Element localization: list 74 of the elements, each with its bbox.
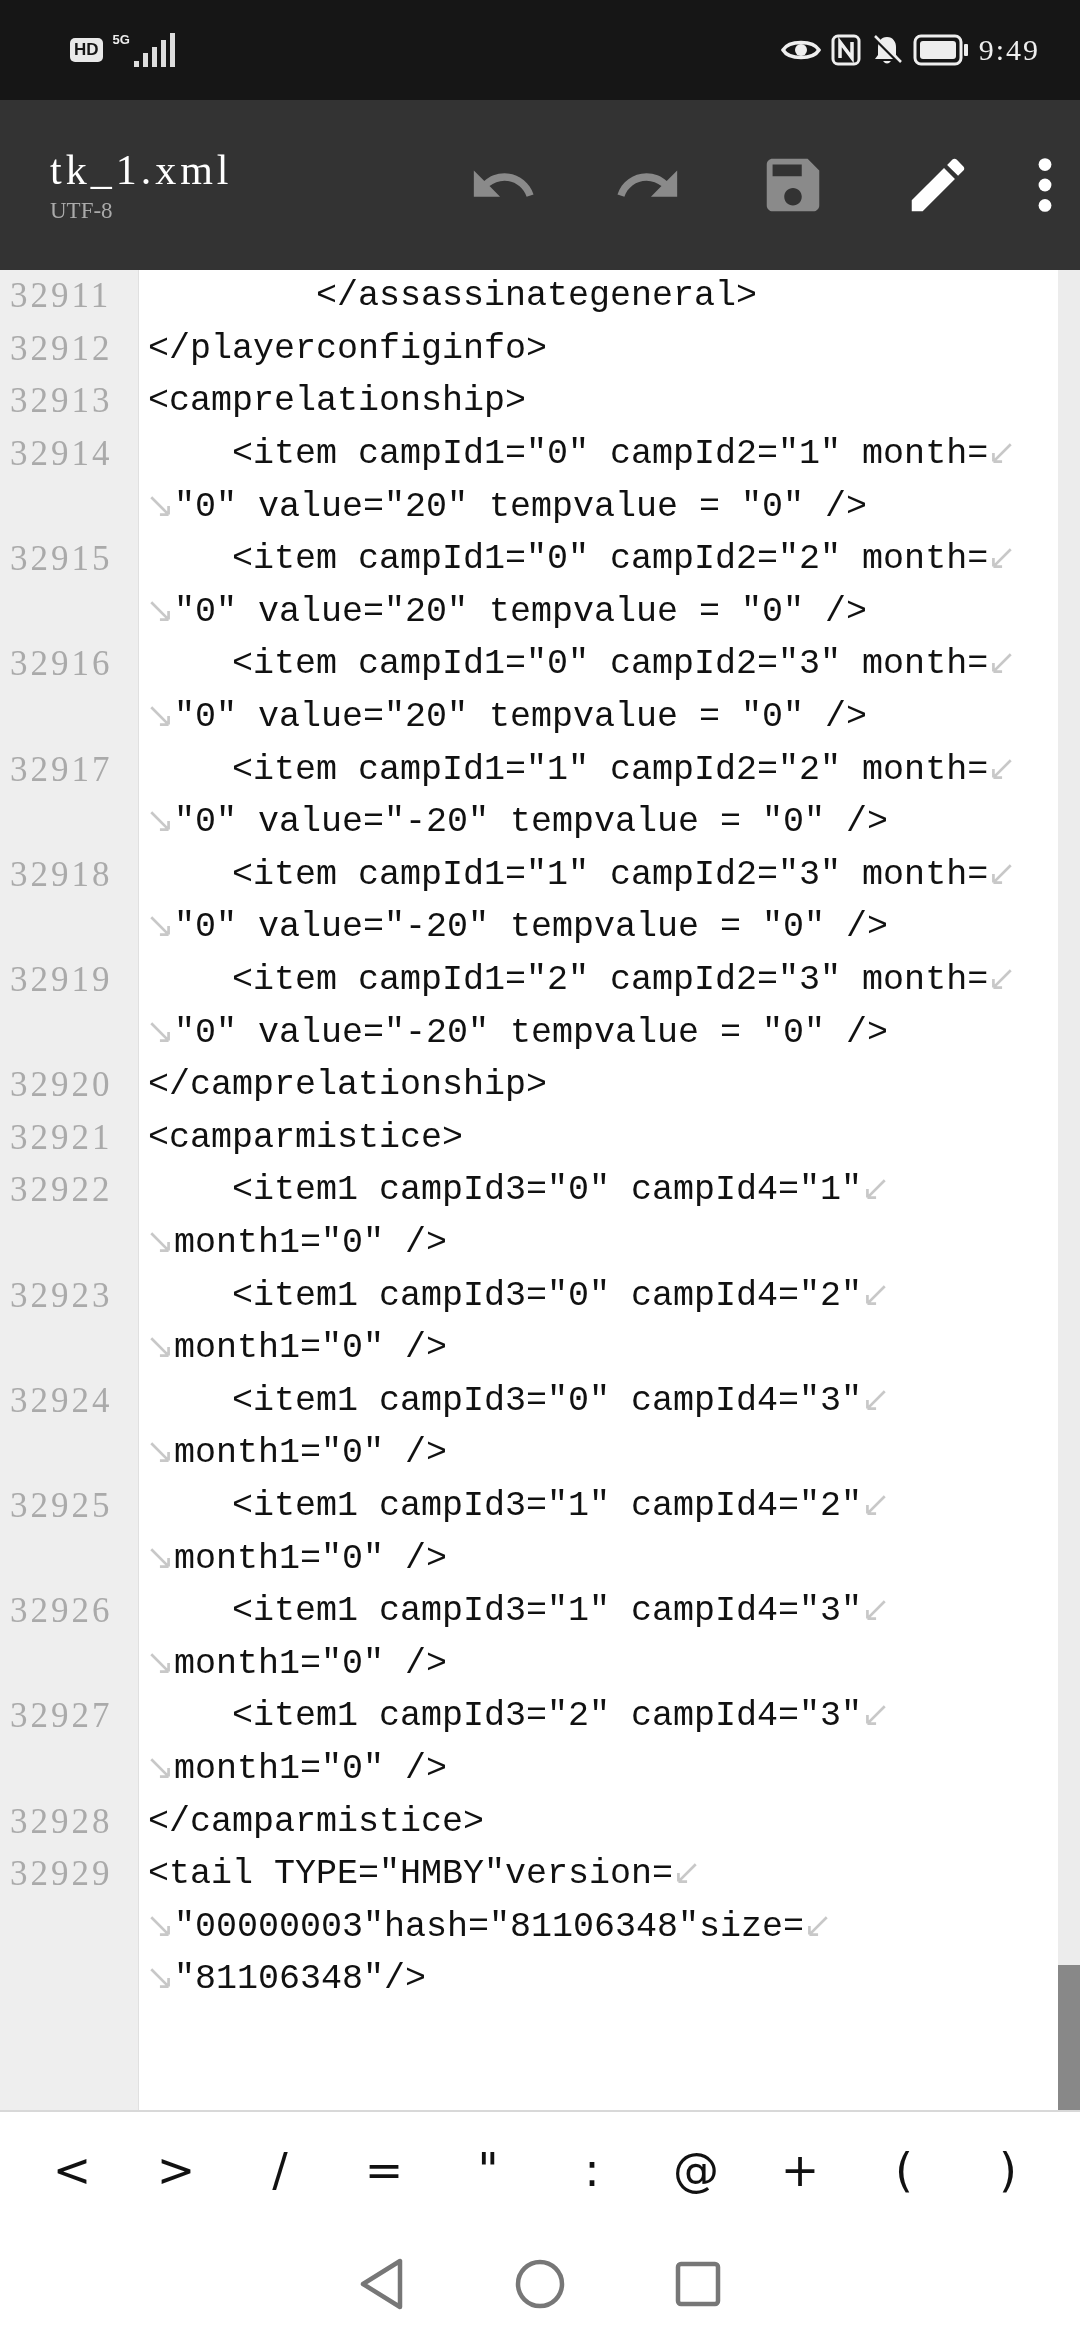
code-line: month1="0" />	[174, 1433, 448, 1474]
code-line: </camprelationship>	[148, 1065, 548, 1106]
code-line: <item1 campId3="2" campId4="3"	[231, 1696, 863, 1737]
line-number: 32915	[9, 539, 114, 580]
line-number: 32920	[9, 1065, 114, 1106]
line-number: 32922	[9, 1170, 114, 1211]
recents-icon[interactable]	[675, 2261, 721, 2307]
line-number: 32921	[9, 1117, 114, 1158]
battery-icon	[912, 34, 969, 66]
symbol-key[interactable]: "	[443, 2143, 533, 2197]
line-number: 32927	[9, 1696, 114, 1737]
code-line: month1="0" />	[174, 1328, 448, 1369]
code-line: month1="0" />	[174, 1643, 448, 1684]
code-line: <camparmistice>	[148, 1117, 464, 1158]
code-line: <camprelationship>	[148, 381, 527, 422]
code-line: <item1 campId3="1" campId4="3"	[231, 1591, 863, 1632]
line-number: 32914	[9, 434, 114, 475]
code-line: "0" value="20" tempvalue = "0" />	[174, 591, 868, 632]
code-line: "0" value="-20" tempvalue = "0" />	[174, 802, 889, 843]
code-line: </camparmistice>	[148, 1801, 485, 1842]
code-line: "81106348"/>	[174, 1959, 427, 2000]
file-encoding: UTF-8	[50, 198, 114, 224]
code-line: <item campId1="0" campId2="3" month=	[231, 644, 989, 685]
code-line: <item campId1="0" campId2="1" month=	[231, 434, 989, 475]
code-line: <item1 campId3="0" campId4="2"	[231, 1275, 863, 1316]
symbol-key[interactable]: =	[339, 2143, 429, 2197]
line-number: 32926	[9, 1591, 114, 1632]
code-line: "0" value="-20" tempvalue = "0" />	[174, 907, 889, 948]
symbol-key[interactable]: (	[859, 2143, 949, 2197]
home-icon[interactable]	[515, 2259, 565, 2309]
line-number: 32928	[9, 1801, 114, 1842]
symbol-key[interactable]: )	[963, 2143, 1053, 2197]
code-line: <item campId1="1" campId2="3" month=	[231, 854, 989, 895]
code-line: <tail TYPE="HMBY"version=	[148, 1854, 674, 1895]
code-line: </assassinategeneral>	[315, 276, 758, 317]
line-number: 32923	[9, 1275, 114, 1316]
code-line: "0" value="-20" tempvalue = "0" />	[174, 1012, 889, 1053]
line-number: 32917	[9, 749, 114, 790]
code-line: month1="0" />	[174, 1538, 448, 1579]
code-line: <item1 campId3="1" campId4="2"	[231, 1485, 863, 1526]
line-number: 32929	[9, 1854, 114, 1895]
symbol-key[interactable]: :	[547, 2143, 637, 2197]
code-line: "0" value="20" tempvalue = "0" />	[174, 697, 868, 738]
symbol-key[interactable]: @	[651, 2143, 741, 2197]
file-name: tk_1.xml	[50, 146, 234, 194]
code-line: <item campId1="0" campId2="2" month=	[231, 539, 989, 580]
signal-icon	[131, 33, 176, 67]
code-line: <item campId1="1" campId2="2" month=	[231, 749, 989, 790]
symbol-key[interactable]: >	[131, 2143, 221, 2197]
line-number: 32916	[9, 644, 114, 685]
line-number: 32924	[9, 1380, 114, 1421]
hd-badge: HD	[70, 38, 103, 62]
code-line: month1="0" />	[174, 1748, 448, 1789]
scrollbar-thumb[interactable]	[1058, 1965, 1080, 2110]
symbol-key[interactable]: <	[27, 2143, 117, 2197]
code-line: </playerconfiginfo>	[148, 328, 548, 369]
back-icon[interactable]	[359, 2258, 405, 2310]
network-type: 5G	[112, 33, 130, 46]
line-number: 32913	[9, 381, 114, 422]
code-line: "0" value="20" tempvalue = "0" />	[174, 486, 868, 527]
line-number: 32919	[9, 960, 114, 1000]
line-number: 32925	[9, 1485, 114, 1526]
symbol-key[interactable]: /	[235, 2143, 325, 2197]
clock-time: 9:49	[978, 33, 1040, 67]
line-number: 32918	[9, 854, 114, 895]
nfc-icon	[830, 34, 861, 66]
line-number: 32912	[9, 328, 114, 369]
line-number: 32911	[9, 276, 113, 317]
code-line: <item campId1="2" campId2="3" month=	[231, 960, 989, 1000]
code-line: "00000003"hash="81106348"size=	[174, 1906, 805, 1947]
code-line: month1="0" />	[174, 1223, 448, 1263]
code-line: <item1 campId3="0" campId4="1"	[231, 1170, 863, 1211]
symbol-key[interactable]: +	[755, 2143, 845, 2197]
code-line: <item1 campId3="0" campId4="3"	[231, 1380, 863, 1421]
